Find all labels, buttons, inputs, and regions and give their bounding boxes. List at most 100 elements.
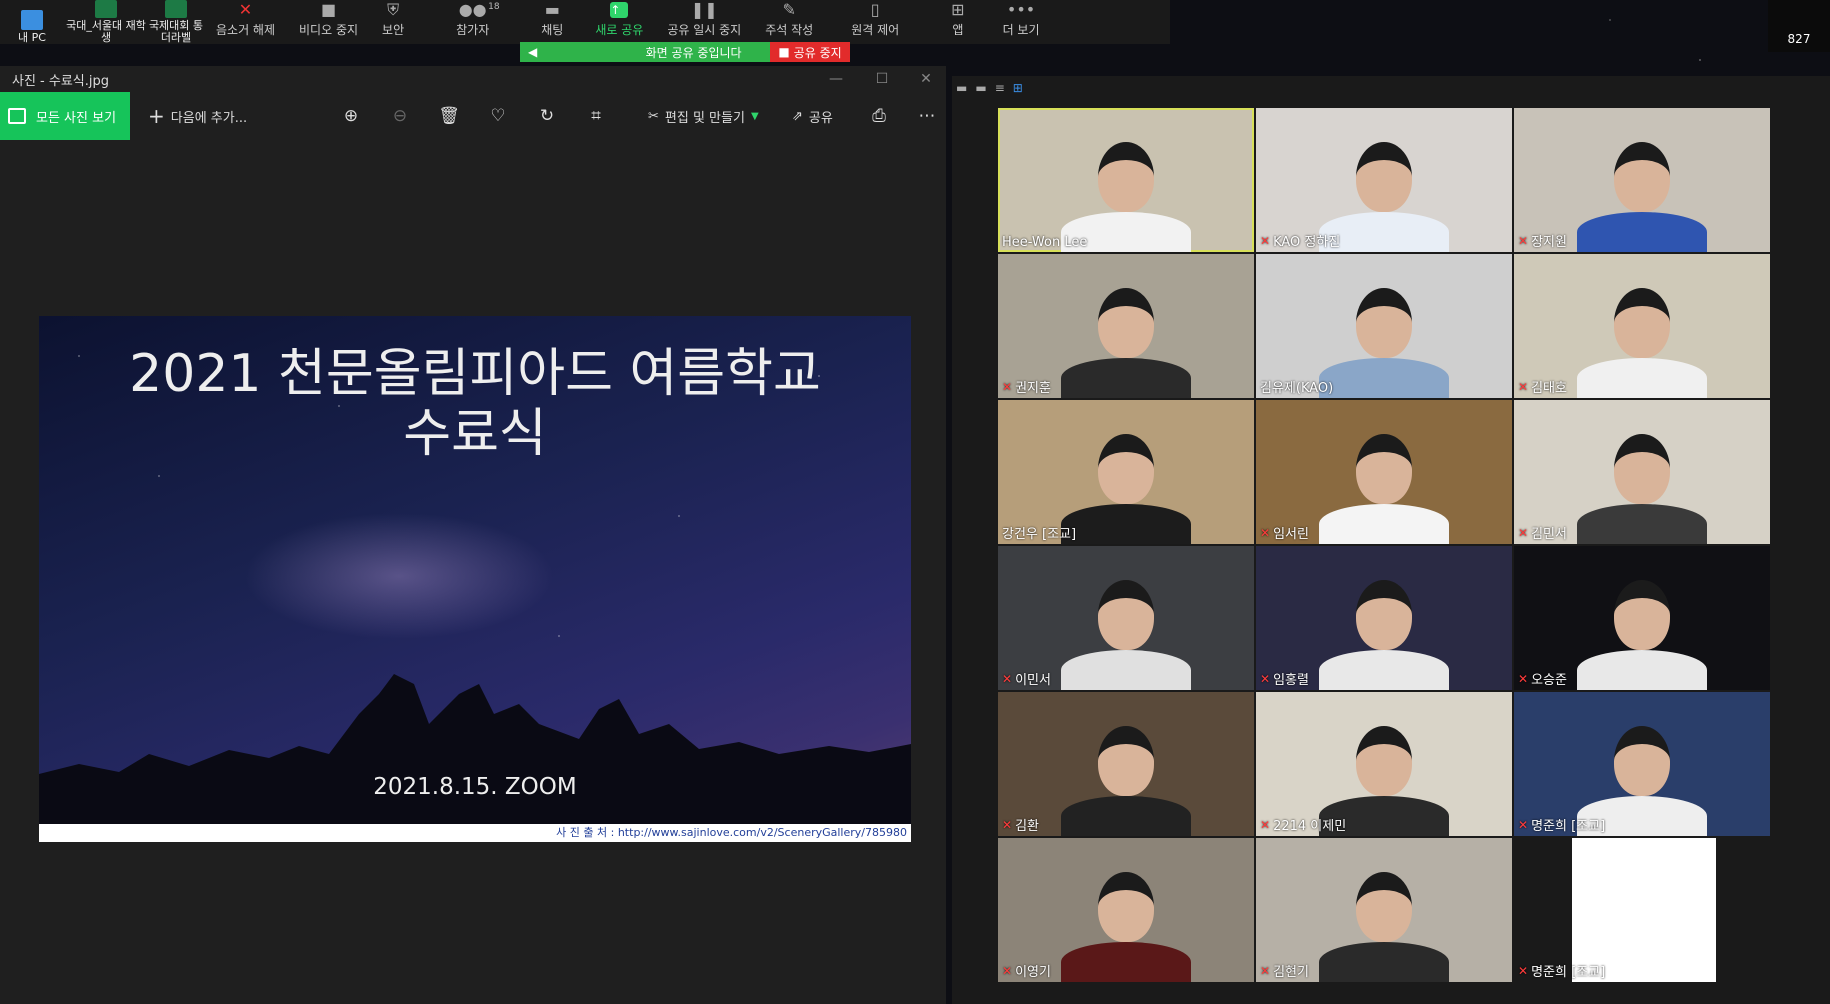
share-button[interactable]: ⇗ 공유: [792, 92, 833, 140]
button-label: 앱: [952, 23, 964, 37]
slide-title: 2021 천문올림피아드 여름학교 수료식: [39, 344, 911, 464]
participant-name-tag: ✕ 명준희 [조교]: [1518, 961, 1605, 981]
list-view-icon[interactable]: ≡: [995, 81, 1005, 95]
video-icon: ■: [320, 0, 337, 19]
participant-face: [1614, 288, 1670, 358]
minimize-icon[interactable]: ▬: [956, 81, 967, 95]
stop-share-label: 공유 중지: [793, 45, 842, 60]
mic-muted-icon: ✕: [1518, 963, 1529, 978]
participant-body: [1319, 358, 1449, 398]
desktop-icon-excel-1[interactable]: 국대_서울대 재학생: [64, 0, 148, 44]
participant-name: 장지원: [1531, 235, 1567, 250]
share-status-icon: ◀: [528, 45, 538, 59]
print-icon[interactable]: ⎙: [864, 92, 894, 140]
favorite-icon[interactable]: ♡: [483, 92, 513, 140]
remote-control-button[interactable]: ▯ 원격 제어: [825, 0, 925, 44]
participant-name: 김민서: [1531, 527, 1567, 542]
participant-tile[interactable]: ✕ 명준희 [조교]: [1514, 692, 1770, 836]
participant-tile[interactable]: ✕ 김민서: [1514, 400, 1770, 544]
zoom-out-icon[interactable]: ⊖: [385, 92, 415, 140]
participant-face: [1098, 434, 1154, 504]
participant-body: [1061, 942, 1191, 982]
mic-muted-icon: ✕: [1260, 817, 1271, 832]
edit-create-button[interactable]: ✂ 편집 및 만들기 ▼: [648, 92, 759, 140]
participant-tile[interactable]: ✕ 장지원: [1514, 108, 1770, 252]
stop-share-button[interactable]: ■ 공유 중지: [770, 42, 850, 62]
button-label: 원격 제어: [851, 23, 900, 37]
edit-icon: ✂: [648, 108, 659, 124]
participant-name-tag: ✕ 김태호: [1518, 377, 1567, 397]
participant-face: [1098, 142, 1154, 212]
participant-tile[interactable]: ✕ 임홍렬: [1256, 546, 1512, 690]
minimize-button[interactable]: —: [816, 66, 856, 92]
desktop-icon-label: 국제대회 통더라벨: [148, 19, 204, 44]
stop-video-button[interactable]: ■ 비디오 중지: [287, 0, 370, 44]
participant-tile[interactable]: ✕ 권지훈: [998, 254, 1254, 398]
window-title: 사진 - 수료식.jpg: [12, 73, 110, 89]
participant-name-tag: ✕ 권지훈: [1002, 377, 1051, 397]
participant-tile[interactable]: Hee-Won Lee: [998, 108, 1254, 252]
participant-gallery: ▬ ▬ ≡ ⊞ Hee-Won Lee ✕ KAO 정하진 ✕ 장지원 ✕ 권지훈 김유제(K…: [952, 76, 1830, 1004]
speaker-view-icon[interactable]: ▬: [975, 81, 986, 95]
participant-tile[interactable]: ✕ 이민서: [998, 546, 1254, 690]
apps-button[interactable]: ⊞ 앱: [925, 0, 990, 44]
slide-image: 2021 천문올림피아드 여름학교 수료식 2021.8.15. ZOOM 사 …: [39, 316, 911, 842]
participant-tile[interactable]: ✕ 김현기: [1256, 838, 1512, 982]
participant-tile[interactable]: ✕ 김환: [998, 692, 1254, 836]
participant-face: [1356, 142, 1412, 212]
more-button[interactable]: ••• 더 보기: [991, 0, 1052, 44]
participant-tile[interactable]: ✕ 임서린: [1256, 400, 1512, 544]
desktop-icon-excel-2[interactable]: 국제대회 통더라벨: [148, 0, 204, 44]
participant-body: [1061, 504, 1191, 544]
apps-icon: ⊞: [951, 0, 965, 19]
participants-button[interactable]: ●● 18 참가자: [416, 0, 529, 44]
pause-share-button[interactable]: ❚❚ 공유 일시 중지: [655, 0, 753, 44]
gallery-view-icon[interactable]: ⊞: [1013, 81, 1023, 95]
mic-muted-icon: ✕: [1002, 379, 1013, 394]
participant-face: [1614, 580, 1670, 650]
share-icon: ↑: [610, 2, 629, 18]
participants-icon: ●●: [458, 0, 487, 19]
participant-body: [1061, 796, 1191, 836]
annotate-button[interactable]: ✎ 주석 작성: [753, 0, 825, 44]
participant-tile[interactable]: 김유제(KAO): [1256, 254, 1512, 398]
rotate-icon[interactable]: ↻: [532, 92, 562, 140]
chat-button[interactable]: ▬ 채팅: [529, 0, 575, 44]
all-photos-button[interactable]: 모든 사진 보기: [0, 92, 131, 140]
pen-icon: ✎: [782, 0, 796, 19]
participant-name: 2214 이제민: [1273, 819, 1347, 834]
add-to-button[interactable]: + 다음에 추가...: [148, 104, 247, 128]
participant-body: [1319, 650, 1449, 690]
participant-tile[interactable]: 강건우 [조교]: [998, 400, 1254, 544]
participant-name-tag: ✕ KAO 정하진: [1260, 231, 1340, 251]
stop-icon: ■: [778, 45, 790, 59]
crop-icon[interactable]: ⌗: [581, 92, 611, 140]
participant-tile[interactable]: ✕ 이영기: [998, 838, 1254, 982]
mic-muted-icon: ✕: [1260, 963, 1271, 978]
new-share-button[interactable]: ↑ 새로 공유: [575, 0, 655, 44]
participant-tile[interactable]: ✕ 오승준: [1514, 546, 1770, 690]
desktop-icon-my-pc[interactable]: 내 PC: [0, 0, 64, 44]
security-button[interactable]: ⛨ 보안: [370, 0, 416, 44]
desktop-icons: 내 PC 국대_서울대 재학생 국제대회 통더라벨: [0, 0, 204, 44]
participant-face: [1098, 288, 1154, 358]
zoom-in-icon[interactable]: ⊕: [336, 92, 366, 140]
participant-face: [1098, 580, 1154, 650]
participant-name-tag: ✕ 김환: [1002, 815, 1039, 835]
close-button[interactable]: ✕: [906, 66, 946, 92]
mic-muted-icon: ✕: [1518, 671, 1529, 686]
participant-tile[interactable]: ✕ 김태호: [1514, 254, 1770, 398]
participant-face: [1356, 288, 1412, 358]
participant-name-tag: ✕ 임서린: [1260, 523, 1309, 543]
button-label: 공유 일시 중지: [667, 23, 742, 37]
participant-tile[interactable]: ✕ 명준희 [조교]: [1514, 838, 1770, 982]
delete-icon[interactable]: 🗑: [434, 92, 464, 140]
notification-counter: 827: [1768, 0, 1830, 52]
participant-tile[interactable]: ✕ 2214 이제민: [1256, 692, 1512, 836]
more-options-icon[interactable]: ⋯: [912, 92, 942, 140]
participant-body: [1577, 212, 1707, 252]
unmute-button[interactable]: ✕ 음소거 해제: [204, 0, 287, 44]
participant-tile[interactable]: ✕ KAO 정하진: [1256, 108, 1512, 252]
maximize-button[interactable]: ☐: [862, 66, 902, 92]
participant-name-tag: ✕ 명준희 [조교]: [1518, 815, 1605, 835]
